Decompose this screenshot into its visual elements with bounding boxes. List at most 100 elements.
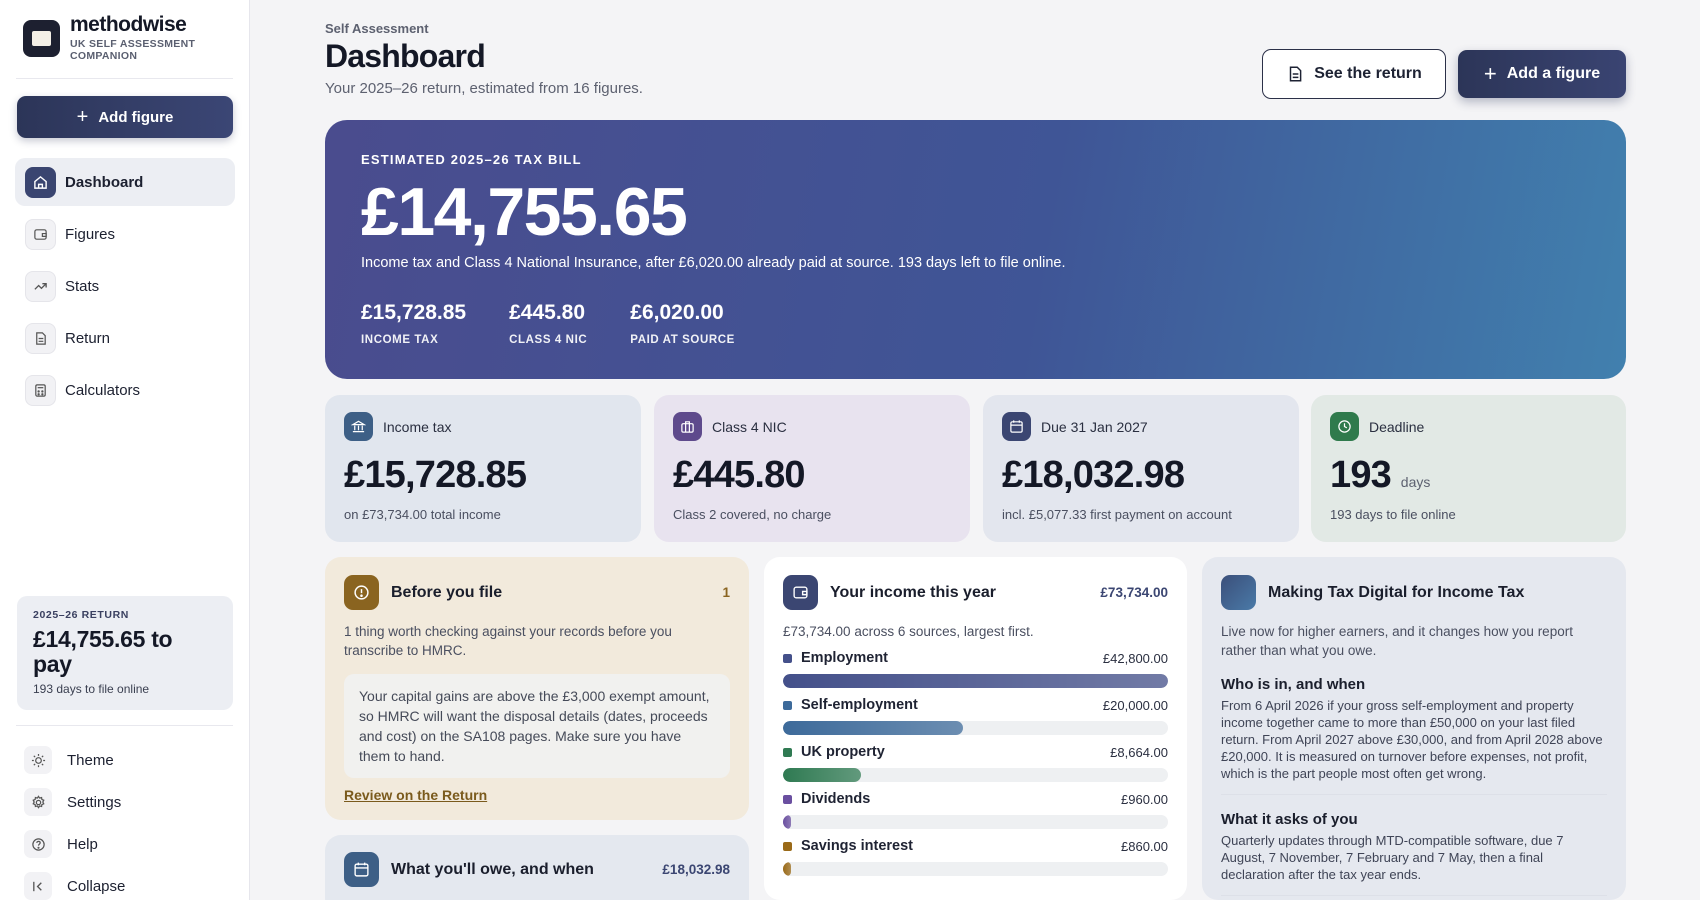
panel-title: Making Tax Digital for Income Tax xyxy=(1268,583,1525,601)
kpi-card-class4-nic[interactable]: Class 4 NIC £445.80 Class 2 covered, no … xyxy=(654,395,970,542)
kpi-value-number: 193 xyxy=(1330,454,1392,496)
brand-subtitle: UK SELF ASSESSMENT COMPANION xyxy=(70,38,196,62)
hero-stat-value: £445.80 xyxy=(509,301,586,324)
kpi-value-number: £15,728.85 xyxy=(344,454,527,496)
plus-icon: + xyxy=(76,105,89,128)
brand-name: methodwise xyxy=(70,13,187,36)
collapse-icon xyxy=(24,872,52,900)
mtd-section-heading: What it asks of you xyxy=(1221,811,1358,828)
income-source-name: Employment xyxy=(801,650,889,666)
sidebar: methodwise UK SELF ASSESSMENT COMPANION … xyxy=(0,0,250,900)
settings-label: Settings xyxy=(67,793,122,811)
income-list: Employment £42,800.00 Self-employment £2… xyxy=(783,650,1168,876)
add-a-figure-label: Add a figure xyxy=(1506,65,1601,82)
hero-stats: £15,728.85 INCOME TAX £445.80 CLASS 4 NI… xyxy=(361,301,1590,346)
hero-stat-value: £6,020.00 xyxy=(630,301,724,324)
document-icon xyxy=(1289,66,1302,82)
mtd-divider xyxy=(1221,895,1607,896)
income-row-dividends[interactable]: Dividends £960.00 xyxy=(783,791,1168,829)
hero-stat-value: £15,728.85 xyxy=(361,301,467,324)
sidebar-item-dashboard[interactable]: Dashboard xyxy=(15,158,235,206)
hero-description: Income tax and Class 4 National Insuranc… xyxy=(361,255,1066,271)
kpi-value-number: £445.80 xyxy=(673,454,806,496)
review-on-return-link[interactable]: Review on the Return xyxy=(344,787,487,803)
kpi-value: 193 days xyxy=(1330,454,1607,497)
income-bar-track xyxy=(783,862,1168,876)
see-return-button[interactable]: See the return xyxy=(1262,49,1446,99)
panel-description: £73,734.00 across 6 sources, largest fir… xyxy=(783,624,1034,639)
help-button[interactable]: Help xyxy=(24,823,224,865)
sidebar-item-label: Dashboard xyxy=(65,173,144,191)
settings-button[interactable]: Settings xyxy=(24,781,224,823)
income-bar-track xyxy=(783,768,1168,782)
help-label: Help xyxy=(67,835,98,853)
alert-icon xyxy=(344,575,379,610)
income-source-name: UK property xyxy=(801,744,885,760)
breadcrumb: Self Assessment xyxy=(325,21,429,36)
sidebar-item-stats[interactable]: Stats xyxy=(15,262,235,310)
income-row-self-employment[interactable]: Self-employment £20,000.00 xyxy=(783,697,1168,735)
income-bar-fill xyxy=(783,862,791,876)
series-dot xyxy=(783,794,792,804)
mtd-section-heading: Who is in, and when xyxy=(1221,676,1366,693)
sidebar-item-return[interactable]: Return xyxy=(15,314,235,362)
series-dot xyxy=(783,700,792,710)
hero-amount: £14,755.65 xyxy=(361,174,688,250)
sidebar-bottom-nav: Theme Settings Help Collapse xyxy=(24,739,224,900)
see-return-label: See the return xyxy=(1314,65,1422,82)
income-total: £73,734.00 xyxy=(1100,585,1168,600)
income-bar-track xyxy=(783,815,1168,829)
calendar-icon xyxy=(1002,412,1031,441)
income-bar-fill xyxy=(783,768,861,782)
kpi-card-due-date[interactable]: Due 31 Jan 2027 £18,032.98 incl. £5,077.… xyxy=(983,395,1299,542)
sidebar-item-figures[interactable]: Figures xyxy=(15,210,235,258)
income-row-savings-interest[interactable]: Savings interest £860.00 xyxy=(783,838,1168,876)
return-summary-card[interactable]: 2025–26 RETURN £14,755.65 to pay 193 day… xyxy=(17,596,233,710)
owe-amount: £18,032.98 xyxy=(662,862,730,877)
income-source-name: Dividends xyxy=(801,791,871,807)
return-card-label: 2025–26 RETURN xyxy=(33,609,129,621)
panel-title: Your income this year xyxy=(830,583,996,601)
kpi-unit: days xyxy=(1400,474,1431,490)
add-a-figure-button[interactable]: + Add a figure xyxy=(1458,50,1626,98)
income-bar-fill xyxy=(783,815,792,829)
kpi-title: Class 4 NIC xyxy=(712,418,787,435)
kpi-value: £15,728.85 xyxy=(344,454,622,497)
wallet-icon xyxy=(783,575,818,610)
page-subtitle: Your 2025–26 return, estimated from 16 f… xyxy=(325,80,643,97)
kpi-subtitle: on £73,734.00 total income xyxy=(344,507,501,522)
brand[interactable]: methodwise UK SELF ASSESSMENT COMPANION xyxy=(23,14,200,62)
kpi-subtitle: Class 2 covered, no charge xyxy=(673,507,832,522)
kpi-card-deadline[interactable]: Deadline 193 days 193 days to file onlin… xyxy=(1311,395,1626,542)
income-row-uk-property[interactable]: UK property £8,664.00 xyxy=(783,744,1168,782)
wallet-icon xyxy=(25,218,56,250)
hero-stat-paid-at-source: £6,020.00 PAID AT SOURCE xyxy=(630,301,735,346)
hero-stat-class4: £445.80 CLASS 4 NIC xyxy=(509,301,587,346)
collapse-button[interactable]: Collapse xyxy=(24,865,224,900)
mtd-badge-icon xyxy=(1221,575,1256,610)
sidebar-add-figure-button[interactable]: + Add figure xyxy=(17,96,233,138)
kpi-subtitle: 193 days to file online xyxy=(1330,507,1456,522)
issue-count-badge: 1 xyxy=(722,585,730,600)
before-you-file-panel: Before you file 1 1 thing worth checking… xyxy=(325,557,749,820)
income-row-employment[interactable]: Employment £42,800.00 xyxy=(783,650,1168,688)
sidebar-item-label: Return xyxy=(65,329,111,347)
sun-icon xyxy=(24,746,52,774)
mtd-panel: Making Tax Digital for Income Tax Live n… xyxy=(1202,557,1626,900)
hero-stat-income-tax: £15,728.85 INCOME TAX xyxy=(361,301,466,346)
kpi-value: £445.80 xyxy=(673,454,951,497)
income-source-amount: £42,800.00 xyxy=(1102,650,1168,666)
income-bar-track xyxy=(783,721,1168,735)
mtd-section-body: Quarterly updates through MTD-compatible… xyxy=(1221,833,1564,882)
hero-label: ESTIMATED 2025–26 TAX BILL xyxy=(361,152,582,167)
hero-stat-label: PAID AT SOURCE xyxy=(630,334,735,346)
sidebar-item-calculators[interactable]: Calculators xyxy=(15,366,235,414)
income-source-amount: £960.00 xyxy=(1121,791,1168,807)
hero-stat-label: CLASS 4 NIC xyxy=(509,334,588,346)
what-you-owe-panel: What you'll owe, and when £18,032.98 xyxy=(325,835,749,900)
panel-title: Before you file xyxy=(391,583,503,601)
kpi-card-income-tax[interactable]: Income tax £15,728.85 on £73,734.00 tota… xyxy=(325,395,641,542)
panel-description: Live now for higher earners, and it chan… xyxy=(1221,624,1573,658)
income-source-amount: £860.00 xyxy=(1121,838,1168,854)
theme-button[interactable]: Theme xyxy=(24,739,224,781)
